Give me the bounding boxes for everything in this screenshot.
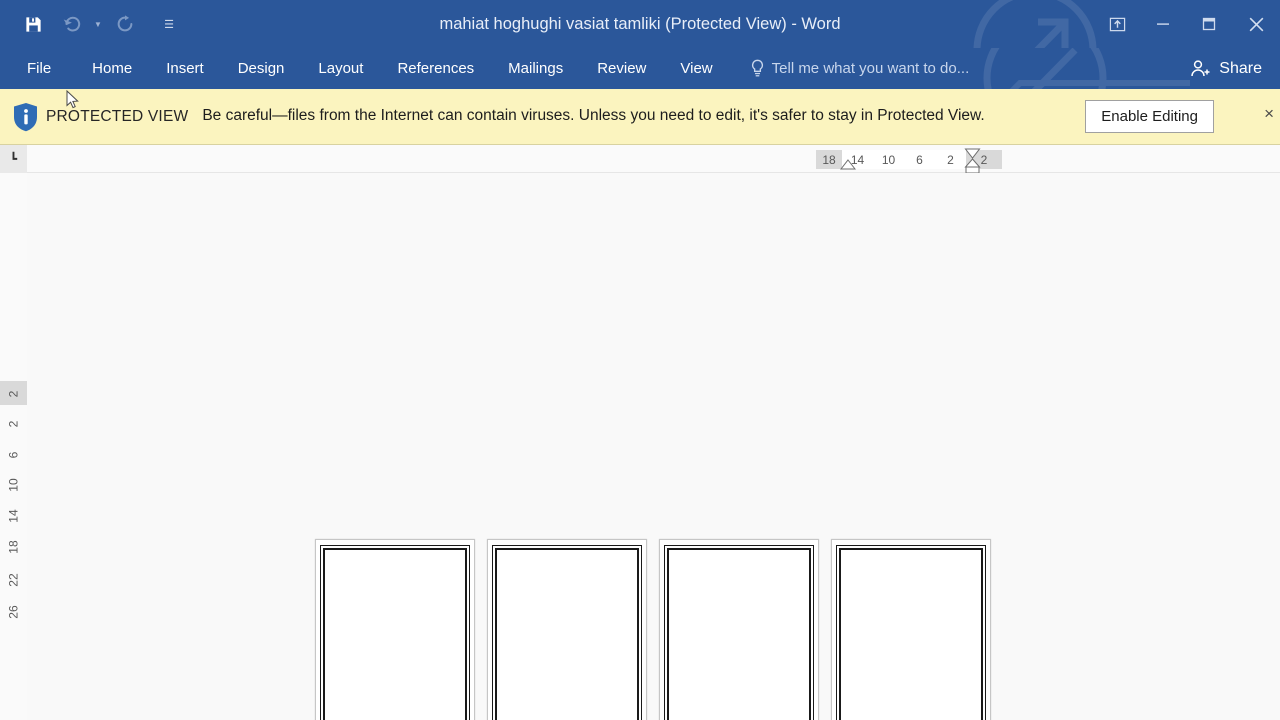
tab-layout[interactable]: Layout: [301, 48, 380, 89]
redo-button[interactable]: [106, 7, 144, 41]
minimize-icon: [1157, 23, 1169, 25]
tab-mailings[interactable]: Mailings: [491, 48, 580, 89]
undo-icon: [63, 16, 81, 32]
redo-icon: [117, 15, 133, 32]
hanging-indent-marker[interactable]: [840, 159, 856, 171]
ribbon-tab-bar: File Home Insert Design Layout Reference…: [0, 48, 1280, 89]
tab-view[interactable]: View: [663, 48, 729, 89]
horizontal-ruler-row: ┗ 18 14 10 6 2 2: [0, 145, 1280, 174]
customize-quick-access-toolbar-icon[interactable]: ☰: [156, 7, 182, 41]
ribbon-display-options-icon: [1109, 17, 1125, 31]
tab-home[interactable]: Home: [75, 48, 149, 89]
undo-button[interactable]: [52, 7, 90, 41]
close-button[interactable]: [1232, 0, 1280, 48]
enable-editing-button[interactable]: Enable Editing: [1085, 100, 1214, 133]
tab-stop-selector[interactable]: ┗: [0, 145, 27, 173]
close-icon: [1249, 17, 1263, 31]
protected-view-close-icon[interactable]: ×: [1264, 105, 1274, 122]
left-indent-marker[interactable]: [964, 158, 981, 174]
page-3-content: [674, 554, 804, 720]
tell-me-search[interactable]: Tell me what you want to do...: [750, 59, 970, 78]
page-2-content: [502, 554, 632, 720]
ruler-tick-6: 6: [904, 150, 935, 169]
vruler-tick-2: 6: [6, 451, 21, 459]
lightbulb-icon: [751, 59, 763, 77]
vruler-tick-3: 10: [6, 478, 21, 492]
document-workspace[interactable]: 2 2 6 10 14 18 22 26: [0, 173, 1280, 720]
tab-references[interactable]: References: [380, 48, 491, 89]
vruler-tick-4: 14: [6, 509, 21, 523]
title-bar: ▼ ☰ mahiat hoghughi vasiat tamliki (Prot…: [0, 0, 1280, 48]
save-icon: [25, 16, 41, 32]
protected-view-message: Be careful—files from the Internet can c…: [202, 107, 985, 125]
share-label: Share: [1219, 59, 1262, 77]
restore-icon: [1202, 17, 1216, 31]
document-page-4[interactable]: [831, 539, 991, 720]
vruler-tick-6: 22: [6, 573, 21, 587]
protected-view-badge: PROTECTED VIEW: [46, 107, 189, 125]
vruler-tick-1: 2: [6, 420, 21, 428]
page-4-content: [846, 554, 976, 720]
document-page-2[interactable]: [487, 539, 647, 720]
ruler-tick-18: 18: [816, 150, 842, 169]
vruler-tick-7: 26: [6, 605, 21, 619]
document-page-3[interactable]: [659, 539, 819, 720]
minimize-button[interactable]: [1140, 0, 1186, 48]
info-shield-icon: [8, 102, 44, 132]
save-button[interactable]: [14, 7, 52, 41]
ribbon-display-options-button[interactable]: [1094, 0, 1140, 48]
mouse-cursor: [66, 90, 79, 109]
quick-access-toolbar: ▼ ☰: [0, 7, 182, 41]
ruler-tick-10: 10: [873, 150, 904, 169]
tab-file[interactable]: File: [0, 48, 75, 89]
tell-me-placeholder: Tell me what you want to do...: [771, 60, 970, 77]
restore-button[interactable]: [1186, 0, 1232, 48]
vruler-tick-5: 18: [6, 540, 21, 554]
vertical-ruler[interactable]: 2 2 6 10 14 18 22 26: [0, 173, 27, 720]
tab-design[interactable]: Design: [221, 48, 302, 89]
person-add-icon: [1191, 59, 1210, 76]
tab-review[interactable]: Review: [580, 48, 663, 89]
page-1-content: [330, 554, 460, 720]
page-thumbnails: [315, 539, 991, 720]
share-button[interactable]: Share: [1175, 48, 1280, 89]
protected-view-bar: PROTECTED VIEW Be careful—files from the…: [0, 89, 1280, 145]
undo-dropdown-arrow[interactable]: ▼: [90, 7, 106, 41]
vruler-tick-0: 2: [6, 390, 21, 398]
window-controls: [1094, 0, 1280, 48]
window-title: mahiat hoghughi vasiat tamliki (Protecte…: [439, 14, 841, 33]
ruler-tick-2a: 2: [935, 150, 966, 169]
tab-insert[interactable]: Insert: [149, 48, 221, 89]
document-page-1[interactable]: [315, 539, 475, 720]
